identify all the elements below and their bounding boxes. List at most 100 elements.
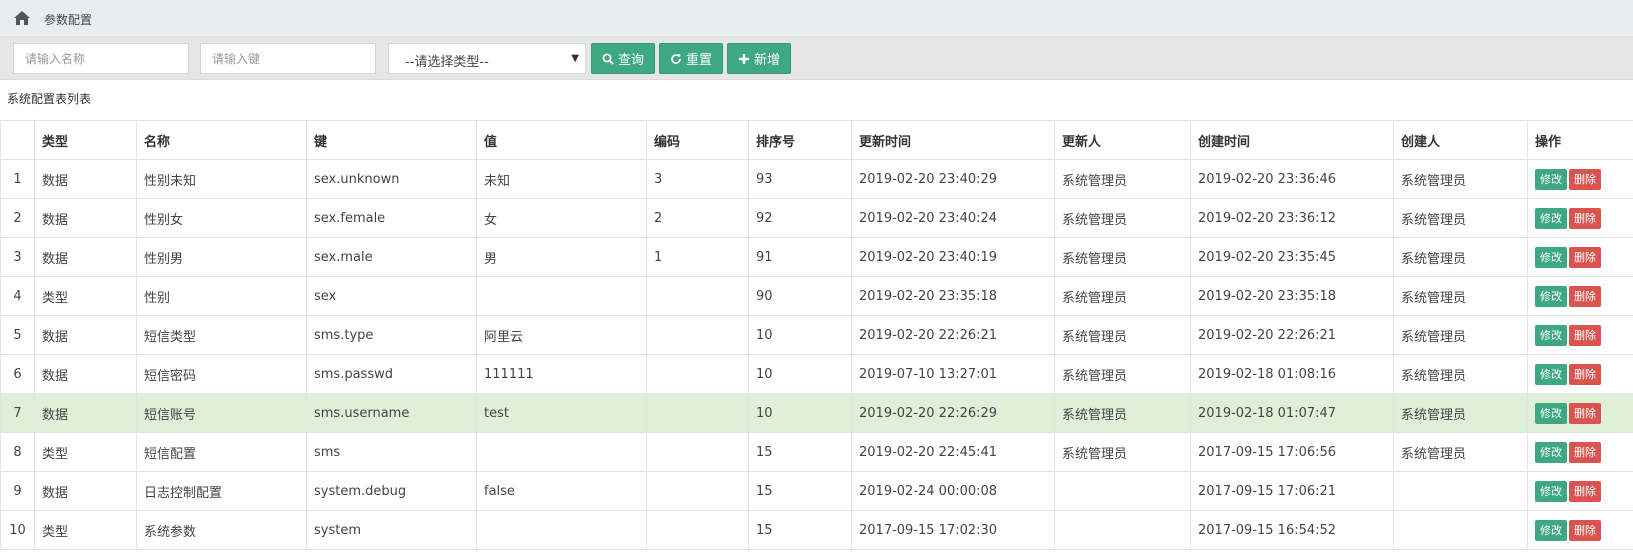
table-row[interactable]: 10 类型 系统参数 system 15 2017-09-15 17:02:30 2017-… bbox=[0, 510, 1633, 550]
table-cell: sms.type bbox=[306, 315, 477, 355]
table-cell bbox=[646, 354, 749, 394]
column-header: 排序号 bbox=[748, 120, 852, 160]
chevron-down-icon: ▼ bbox=[571, 53, 579, 64]
table-row[interactable]: 8 类型 短信配置 sms 15 2019-02-20 22:45:41 系统管理员 2017… bbox=[0, 432, 1633, 472]
key-search-input[interactable] bbox=[200, 43, 376, 74]
column-header: 创建时间 bbox=[1190, 120, 1394, 160]
table-cell: 2019-02-18 01:07:47 bbox=[1190, 393, 1394, 433]
table-row[interactable]: 3 数据 性别男 sex.male 男 1 91 2019-02-20 23:40:19 系统管… bbox=[0, 237, 1633, 277]
edit-button[interactable]: 修改 bbox=[1535, 285, 1567, 307]
row-actions: 修改 删除 bbox=[1527, 198, 1633, 238]
delete-button[interactable]: 删除 bbox=[1569, 207, 1601, 229]
table-cell: 数据 bbox=[34, 471, 137, 511]
refresh-icon bbox=[671, 53, 681, 64]
home-icon[interactable] bbox=[13, 10, 31, 26]
edit-button[interactable]: 修改 bbox=[1535, 480, 1567, 502]
edit-button[interactable]: 修改 bbox=[1535, 441, 1567, 463]
add-button[interactable]: 新增 bbox=[727, 43, 791, 74]
table-cell: 1 bbox=[0, 159, 35, 199]
table-cell: 2 bbox=[0, 198, 35, 238]
edit-button[interactable]: 修改 bbox=[1535, 246, 1567, 268]
search-icon bbox=[602, 53, 614, 65]
table-cell: 3 bbox=[0, 237, 35, 277]
type-select-value: --请选择类型-- bbox=[405, 55, 489, 70]
edit-button[interactable]: 修改 bbox=[1535, 363, 1567, 385]
table-cell: 2019-02-24 00:00:08 bbox=[851, 471, 1055, 511]
table-row[interactable]: 4 类型 性别 sex 90 2019-02-20 23:35:18 系统管理员 2019-0… bbox=[0, 276, 1633, 316]
edit-button[interactable]: 修改 bbox=[1535, 168, 1567, 190]
table-cell bbox=[646, 276, 749, 316]
table-cell bbox=[646, 510, 749, 550]
table-cell: 类型 bbox=[34, 432, 137, 472]
add-button-label: 新增 bbox=[753, 53, 780, 68]
table-cell: 系统管理员 bbox=[1054, 198, 1191, 238]
table-cell: 2017-09-15 16:54:52 bbox=[1190, 510, 1394, 550]
edit-button[interactable]: 修改 bbox=[1535, 519, 1567, 541]
query-button-label: 查询 bbox=[617, 53, 644, 68]
table-cell: sex.unknown bbox=[306, 159, 477, 199]
table-cell: sex.male bbox=[306, 237, 477, 277]
table-cell: 8 bbox=[0, 432, 35, 472]
table-row[interactable]: 5 数据 短信类型 sms.type 阿里云 10 2019-02-20 22:26:21 系… bbox=[0, 315, 1633, 355]
table-cell: 2017-09-15 17:06:56 bbox=[1190, 432, 1394, 472]
delete-button[interactable]: 删除 bbox=[1569, 285, 1601, 307]
row-actions: 修改 删除 bbox=[1527, 471, 1633, 511]
table-cell: test bbox=[476, 393, 647, 433]
table-cell: 短信密码 bbox=[136, 354, 307, 394]
column-header: 类型 bbox=[34, 120, 137, 160]
table-cell: 2019-02-20 23:40:24 bbox=[851, 198, 1055, 238]
name-search-input[interactable] bbox=[13, 43, 189, 74]
config-table: 类型 名称键值编码 排序号 更新时间 更新人 创建时间 创建人 操作 1 数据 性别未知 sex.u… bbox=[0, 120, 1633, 550]
edit-button[interactable]: 修改 bbox=[1535, 402, 1567, 424]
row-actions: 修改 删除 bbox=[1527, 393, 1633, 433]
table-cell: 系统管理员 bbox=[1054, 237, 1191, 277]
table-row[interactable]: 6 数据 短信密码 sms.passwd 111111 10 2019-07-10 13:2… bbox=[0, 354, 1633, 394]
row-actions: 修改 删除 bbox=[1527, 276, 1633, 316]
table-row[interactable]: 2 数据 性别女 sex.female 女 2 92 2019-02-20 23:40:24 系… bbox=[0, 198, 1633, 238]
table-cell: 系统管理员 bbox=[1054, 354, 1191, 394]
reset-button-label: 重置 bbox=[685, 53, 712, 68]
type-select[interactable]: --请选择类型-- ▼ bbox=[388, 43, 586, 74]
table-cell: 数据 bbox=[34, 198, 137, 238]
delete-button[interactable]: 删除 bbox=[1569, 402, 1601, 424]
table-cell bbox=[1054, 510, 1191, 550]
edit-button[interactable]: 修改 bbox=[1535, 324, 1567, 346]
table-cell: 2019-02-20 23:40:29 bbox=[851, 159, 1055, 199]
table-cell bbox=[646, 432, 749, 472]
column-header: 编码 bbox=[646, 120, 749, 160]
table-cell bbox=[476, 276, 647, 316]
table-cell: 阿里云 bbox=[476, 315, 647, 355]
row-actions: 修改 删除 bbox=[1527, 237, 1633, 277]
table-cell: 系统管理员 bbox=[1054, 432, 1191, 472]
table-row[interactable]: 1 数据 性别未知 sex.unknown 未知 3 93 2019-02-20 23:40:… bbox=[0, 159, 1633, 199]
query-button[interactable]: 查询 bbox=[591, 43, 655, 74]
table-cell: system.debug bbox=[306, 471, 477, 511]
delete-button[interactable]: 删除 bbox=[1569, 168, 1601, 190]
table-cell: 2019-02-20 23:40:19 bbox=[851, 237, 1055, 277]
delete-button[interactable]: 删除 bbox=[1569, 324, 1601, 346]
table-cell: 系统管理员 bbox=[1393, 198, 1528, 238]
table-cell: 10 bbox=[748, 354, 852, 394]
table-cell: 系统管理员 bbox=[1393, 159, 1528, 199]
table-cell: 性别未知 bbox=[136, 159, 307, 199]
delete-button[interactable]: 删除 bbox=[1569, 480, 1601, 502]
reset-button[interactable]: 重置 bbox=[659, 43, 723, 74]
table-cell: 9 bbox=[0, 471, 35, 511]
table-cell bbox=[476, 510, 647, 550]
table-cell: 2019-02-20 23:36:12 bbox=[1190, 198, 1394, 238]
table-header-row: 类型 名称键值编码 排序号 更新时间 更新人 创建时间 创建人 操作 bbox=[0, 120, 1633, 160]
delete-button[interactable]: 删除 bbox=[1569, 441, 1601, 463]
table-cell: 111111 bbox=[476, 354, 647, 394]
delete-button[interactable]: 删除 bbox=[1569, 363, 1601, 385]
table-cell: 数据 bbox=[34, 237, 137, 277]
row-actions: 修改 删除 bbox=[1527, 432, 1633, 472]
table-cell: 系统管理员 bbox=[1393, 432, 1528, 472]
delete-button[interactable]: 删除 bbox=[1569, 246, 1601, 268]
table-cell: 5 bbox=[0, 315, 35, 355]
table-row[interactable]: 7 数据 短信账号 sms.username test 10 2019-02-20 22:2… bbox=[0, 393, 1633, 433]
table-cell: 日志控制配置 bbox=[136, 471, 307, 511]
delete-button[interactable]: 删除 bbox=[1569, 519, 1601, 541]
table-row[interactable]: 9 数据 日志控制配置 system.debug false 15 2019-02-24 0… bbox=[0, 471, 1633, 511]
row-actions: 修改 删除 bbox=[1527, 354, 1633, 394]
edit-button[interactable]: 修改 bbox=[1535, 207, 1567, 229]
